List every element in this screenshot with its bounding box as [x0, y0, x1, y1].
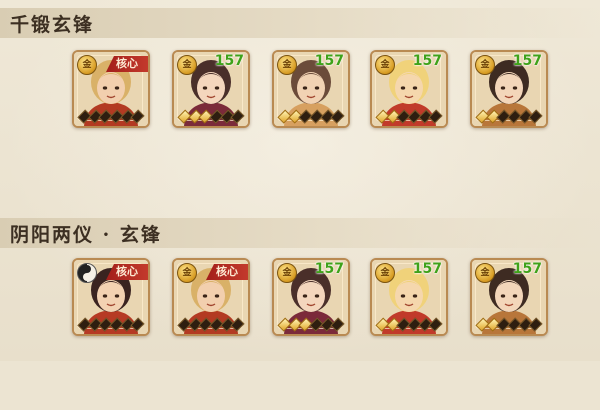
level-label: 157	[412, 53, 442, 69]
star-rank-diamonds	[177, 317, 245, 332]
yin-yang-icon	[77, 263, 97, 283]
character-card[interactable]: 核心	[72, 258, 150, 336]
level-label: 157	[412, 261, 442, 277]
star-rank-diamonds	[177, 109, 245, 124]
level-label: 157	[314, 53, 344, 69]
star-rank-diamonds	[375, 109, 443, 124]
character-card[interactable]: 金核心	[72, 50, 150, 128]
level-label: 157	[314, 261, 344, 277]
character-card[interactable]: 金 157	[172, 50, 250, 128]
card-row: 核心金核心金 157 金 157 金 157	[0, 210, 600, 410]
star-rank-diamonds	[277, 317, 345, 332]
star-rank-diamonds	[277, 109, 345, 124]
star-rank-diamonds	[77, 317, 145, 332]
character-card[interactable]: 金 157	[470, 258, 548, 336]
character-card[interactable]: 金 157	[370, 258, 448, 336]
character-card[interactable]: 金 157	[272, 50, 350, 128]
character-card[interactable]: 金 157	[470, 50, 548, 128]
star-rank-diamonds	[375, 317, 443, 332]
gold-coin-icon: 金	[277, 263, 297, 283]
star-rank-diamonds	[475, 317, 543, 332]
gold-coin-icon: 金	[375, 263, 395, 283]
star-rank-diamonds	[475, 109, 543, 124]
star-rank-diamonds	[77, 109, 145, 124]
character-card[interactable]: 金 157	[370, 50, 448, 128]
character-card[interactable]: 金核心	[172, 258, 250, 336]
card-row: 金核心金 157 金 157 金 157 金 157	[0, 0, 600, 200]
character-card[interactable]: 金 157	[272, 258, 350, 336]
gold-coin-icon: 金	[177, 263, 197, 283]
gold-coin-icon: 金	[77, 55, 97, 75]
level-label: 157	[512, 261, 542, 277]
level-label: 157	[214, 53, 244, 69]
gold-coin-icon: 金	[375, 55, 395, 75]
gold-coin-icon: 金	[475, 263, 495, 283]
level-label: 157	[512, 53, 542, 69]
gold-coin-icon: 金	[475, 55, 495, 75]
gold-coin-icon: 金	[277, 55, 297, 75]
gold-coin-icon: 金	[177, 55, 197, 75]
